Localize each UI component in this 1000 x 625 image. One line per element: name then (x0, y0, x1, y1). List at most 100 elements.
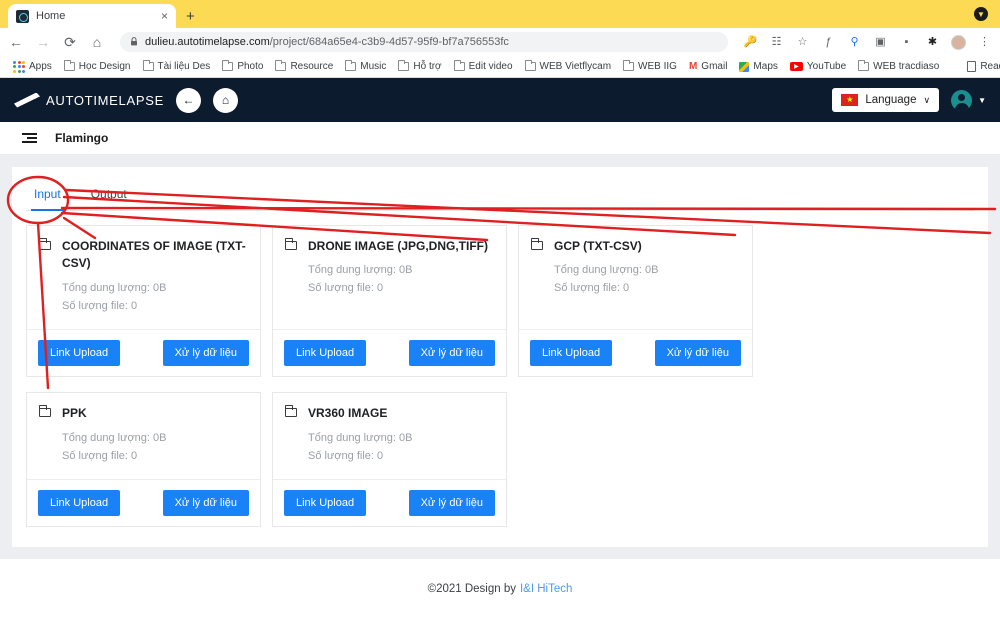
bookmark-maps[interactable]: Maps (734, 59, 782, 74)
bookmark-label: Hỗ trợ (413, 61, 442, 72)
content-tabs: Input Output (26, 167, 974, 211)
link-upload-button[interactable]: Link Upload (284, 490, 367, 517)
card-title: VR360 IMAGE (308, 406, 388, 421)
address-bar[interactable]: dulieu.autotimelapse.com/project/684a65e… (120, 32, 728, 52)
forward-icon[interactable]: → (35, 35, 51, 49)
key-icon[interactable]: 🔑 (743, 36, 758, 48)
home-icon[interactable]: ⌂ (89, 35, 105, 49)
bookmark-web-vietflycam[interactable]: WEB Vietflycam (520, 59, 617, 74)
vietnam-flag-icon: ★ (841, 94, 859, 106)
bookmark-label: Học Design (78, 61, 131, 72)
bookmark-ho-tro[interactable]: Hỗ trợ (393, 59, 446, 74)
link-upload-button[interactable]: Link Upload (38, 340, 121, 367)
process-data-button[interactable]: Xử lý dữ liệu (162, 490, 249, 517)
page-title: Flamingo (55, 131, 109, 145)
close-icon[interactable]: × (161, 10, 168, 22)
link-upload-button[interactable]: Link Upload (530, 340, 613, 367)
user-menu[interactable]: ▼ (951, 89, 986, 111)
youtube-icon: ▶ (789, 62, 803, 71)
bookmark-resource[interactable]: Resource (270, 59, 338, 74)
folder-icon (142, 60, 154, 71)
card-header: COORDINATES OF IMAGE (TXT-CSV) (38, 238, 248, 273)
app-home-button[interactable]: ⌂ (212, 87, 238, 113)
tab-output[interactable]: Output (83, 181, 149, 210)
link-upload-button[interactable]: Link Upload (284, 340, 367, 367)
bookmark-gmail[interactable]: M Gmail (684, 59, 732, 74)
process-data-button[interactable]: Xử lý dữ liệu (408, 340, 495, 367)
back-icon[interactable]: ← (8, 35, 24, 49)
card-meta: Tổng dung lượng: 0B Số lượng file: 0 (62, 280, 248, 316)
card-meta: Tổng dung lượng: 0B Số lượng file: 0 (554, 262, 740, 298)
process-data-button[interactable]: Xử lý dữ liệu (654, 340, 741, 367)
camera-icon[interactable]: ▣ (873, 36, 888, 48)
card-drone-image: DRONE IMAGE (JPG,DNG,TIFF) Tổng dung lượ… (272, 225, 507, 378)
apps-grid-icon (13, 60, 25, 73)
card-ppk: PPK Tổng dung lượng: 0B Số lượng file: 0… (26, 392, 261, 528)
file-count-label: Số lượng file: 0 (308, 449, 384, 462)
card-meta: Tổng dung lượng: 0B Số lượng file: 0 (308, 430, 494, 466)
tab-input[interactable]: Input (26, 181, 83, 211)
url-host: dulieu.autotimelapse.com (145, 36, 270, 48)
card-meta: Tổng dung lượng: 0B Số lượng file: 0 (62, 430, 248, 466)
process-data-button[interactable]: Xử lý dữ liệu (162, 340, 249, 367)
page-footer: ©2021 Design by I&I HiTech (0, 559, 1000, 619)
f-script-icon[interactable]: ƒ (821, 36, 836, 48)
card-coordinates-of-image: COORDINATES OF IMAGE (TXT-CSV) Tổng dung… (26, 225, 261, 378)
reading-list-label: Reading List (980, 61, 1000, 72)
card-header: DRONE IMAGE (JPG,DNG,TIFF) (284, 238, 494, 255)
bookmark-hoc-design[interactable]: Học Design (59, 59, 136, 74)
bookmark-label: Apps (29, 61, 52, 72)
card-grid: COORDINATES OF IMAGE (TXT-CSV) Tổng dung… (26, 211, 974, 542)
bookmark-photo[interactable]: Photo (217, 59, 268, 74)
folder-icon (345, 60, 357, 71)
extensions-icon[interactable]: ✱ (925, 36, 940, 48)
bookmark-web-tracdiaso[interactable]: WEB tracdiaso (853, 59, 944, 74)
bookmark-web-iig[interactable]: WEB IIG (618, 59, 682, 74)
total-size-label: Tổng dung lượng: 0B (62, 281, 167, 294)
bookmark-apps[interactable]: Apps (8, 59, 57, 75)
browser-tab[interactable]: Home × (8, 4, 176, 28)
list-menu-icon[interactable] (22, 133, 37, 143)
app-back-button[interactable]: ← (175, 87, 201, 113)
card-title: GCP (TXT-CSV) (554, 239, 642, 253)
translate-icon[interactable]: ☷ (769, 36, 784, 48)
link-upload-button[interactable]: Link Upload (38, 490, 121, 517)
app-header: AUTOTIMELAPSE ← ⌂ ★ Language ∨ ▼ (0, 78, 1000, 122)
language-selector[interactable]: ★ Language ∨ (832, 88, 940, 112)
more-menu-icon[interactable]: ⋮ (977, 36, 992, 48)
folder-icon (38, 405, 51, 418)
reload-icon[interactable]: ⟳ (62, 35, 78, 49)
bookmark-music[interactable]: Music (340, 59, 391, 74)
url-text: dulieu.autotimelapse.com/project/684a65e… (145, 36, 509, 48)
card-actions: Link Upload Xử lý dữ liệu (27, 479, 260, 526)
file-count-label: Số lượng file: 0 (62, 299, 138, 312)
process-data-button[interactable]: Xử lý dữ liệu (408, 490, 495, 517)
star-icon[interactable]: ☆ (795, 36, 810, 48)
search-image-icon[interactable]: ⚲ (847, 36, 862, 48)
card-meta: Tổng dung lượng: 0B Số lượng file: 0 (308, 262, 494, 298)
app-logo[interactable]: AUTOTIMELAPSE (14, 92, 164, 108)
app-logo-text: AUTOTIMELAPSE (46, 92, 164, 108)
new-tab-button[interactable]: + (186, 9, 195, 24)
bookmark-label: WEB IIG (638, 61, 677, 72)
page-body: Input Output COORDINATES OF IMAGE (TXT-C… (0, 155, 1000, 559)
bookmark-youtube[interactable]: ▶ YouTube (785, 59, 851, 74)
folder-icon (858, 60, 870, 71)
card-body: VR360 IMAGE Tổng dung lượng: 0B Số lượng… (273, 393, 506, 479)
total-size-label: Tổng dung lượng: 0B (308, 431, 413, 444)
reading-list-button[interactable]: Reading List (962, 59, 1000, 74)
window-menu-icon[interactable]: ▼ (974, 7, 988, 21)
bookmark-edit-video[interactable]: Edit video (449, 59, 518, 74)
card-vr360-image: VR360 IMAGE Tổng dung lượng: 0B Số lượng… (272, 392, 507, 528)
paint-icon[interactable]: ▪ (899, 36, 914, 48)
bookmark-label: Maps (753, 61, 778, 72)
card-gcp: GCP (TXT-CSV) Tổng dung lượng: 0B Số lượ… (518, 225, 753, 378)
card-title: COORDINATES OF IMAGE (TXT-CSV) (62, 239, 246, 271)
bookmark-label: Gmail (701, 61, 728, 72)
bookmark-tai-lieu-des[interactable]: Tài liệu Des (138, 59, 216, 74)
profile-avatar-icon[interactable] (951, 34, 966, 50)
bookmark-label: YouTube (806, 61, 847, 72)
folder-icon (63, 60, 75, 71)
footer-link[interactable]: I&I HiTech (520, 583, 572, 595)
folder-icon (524, 60, 536, 71)
